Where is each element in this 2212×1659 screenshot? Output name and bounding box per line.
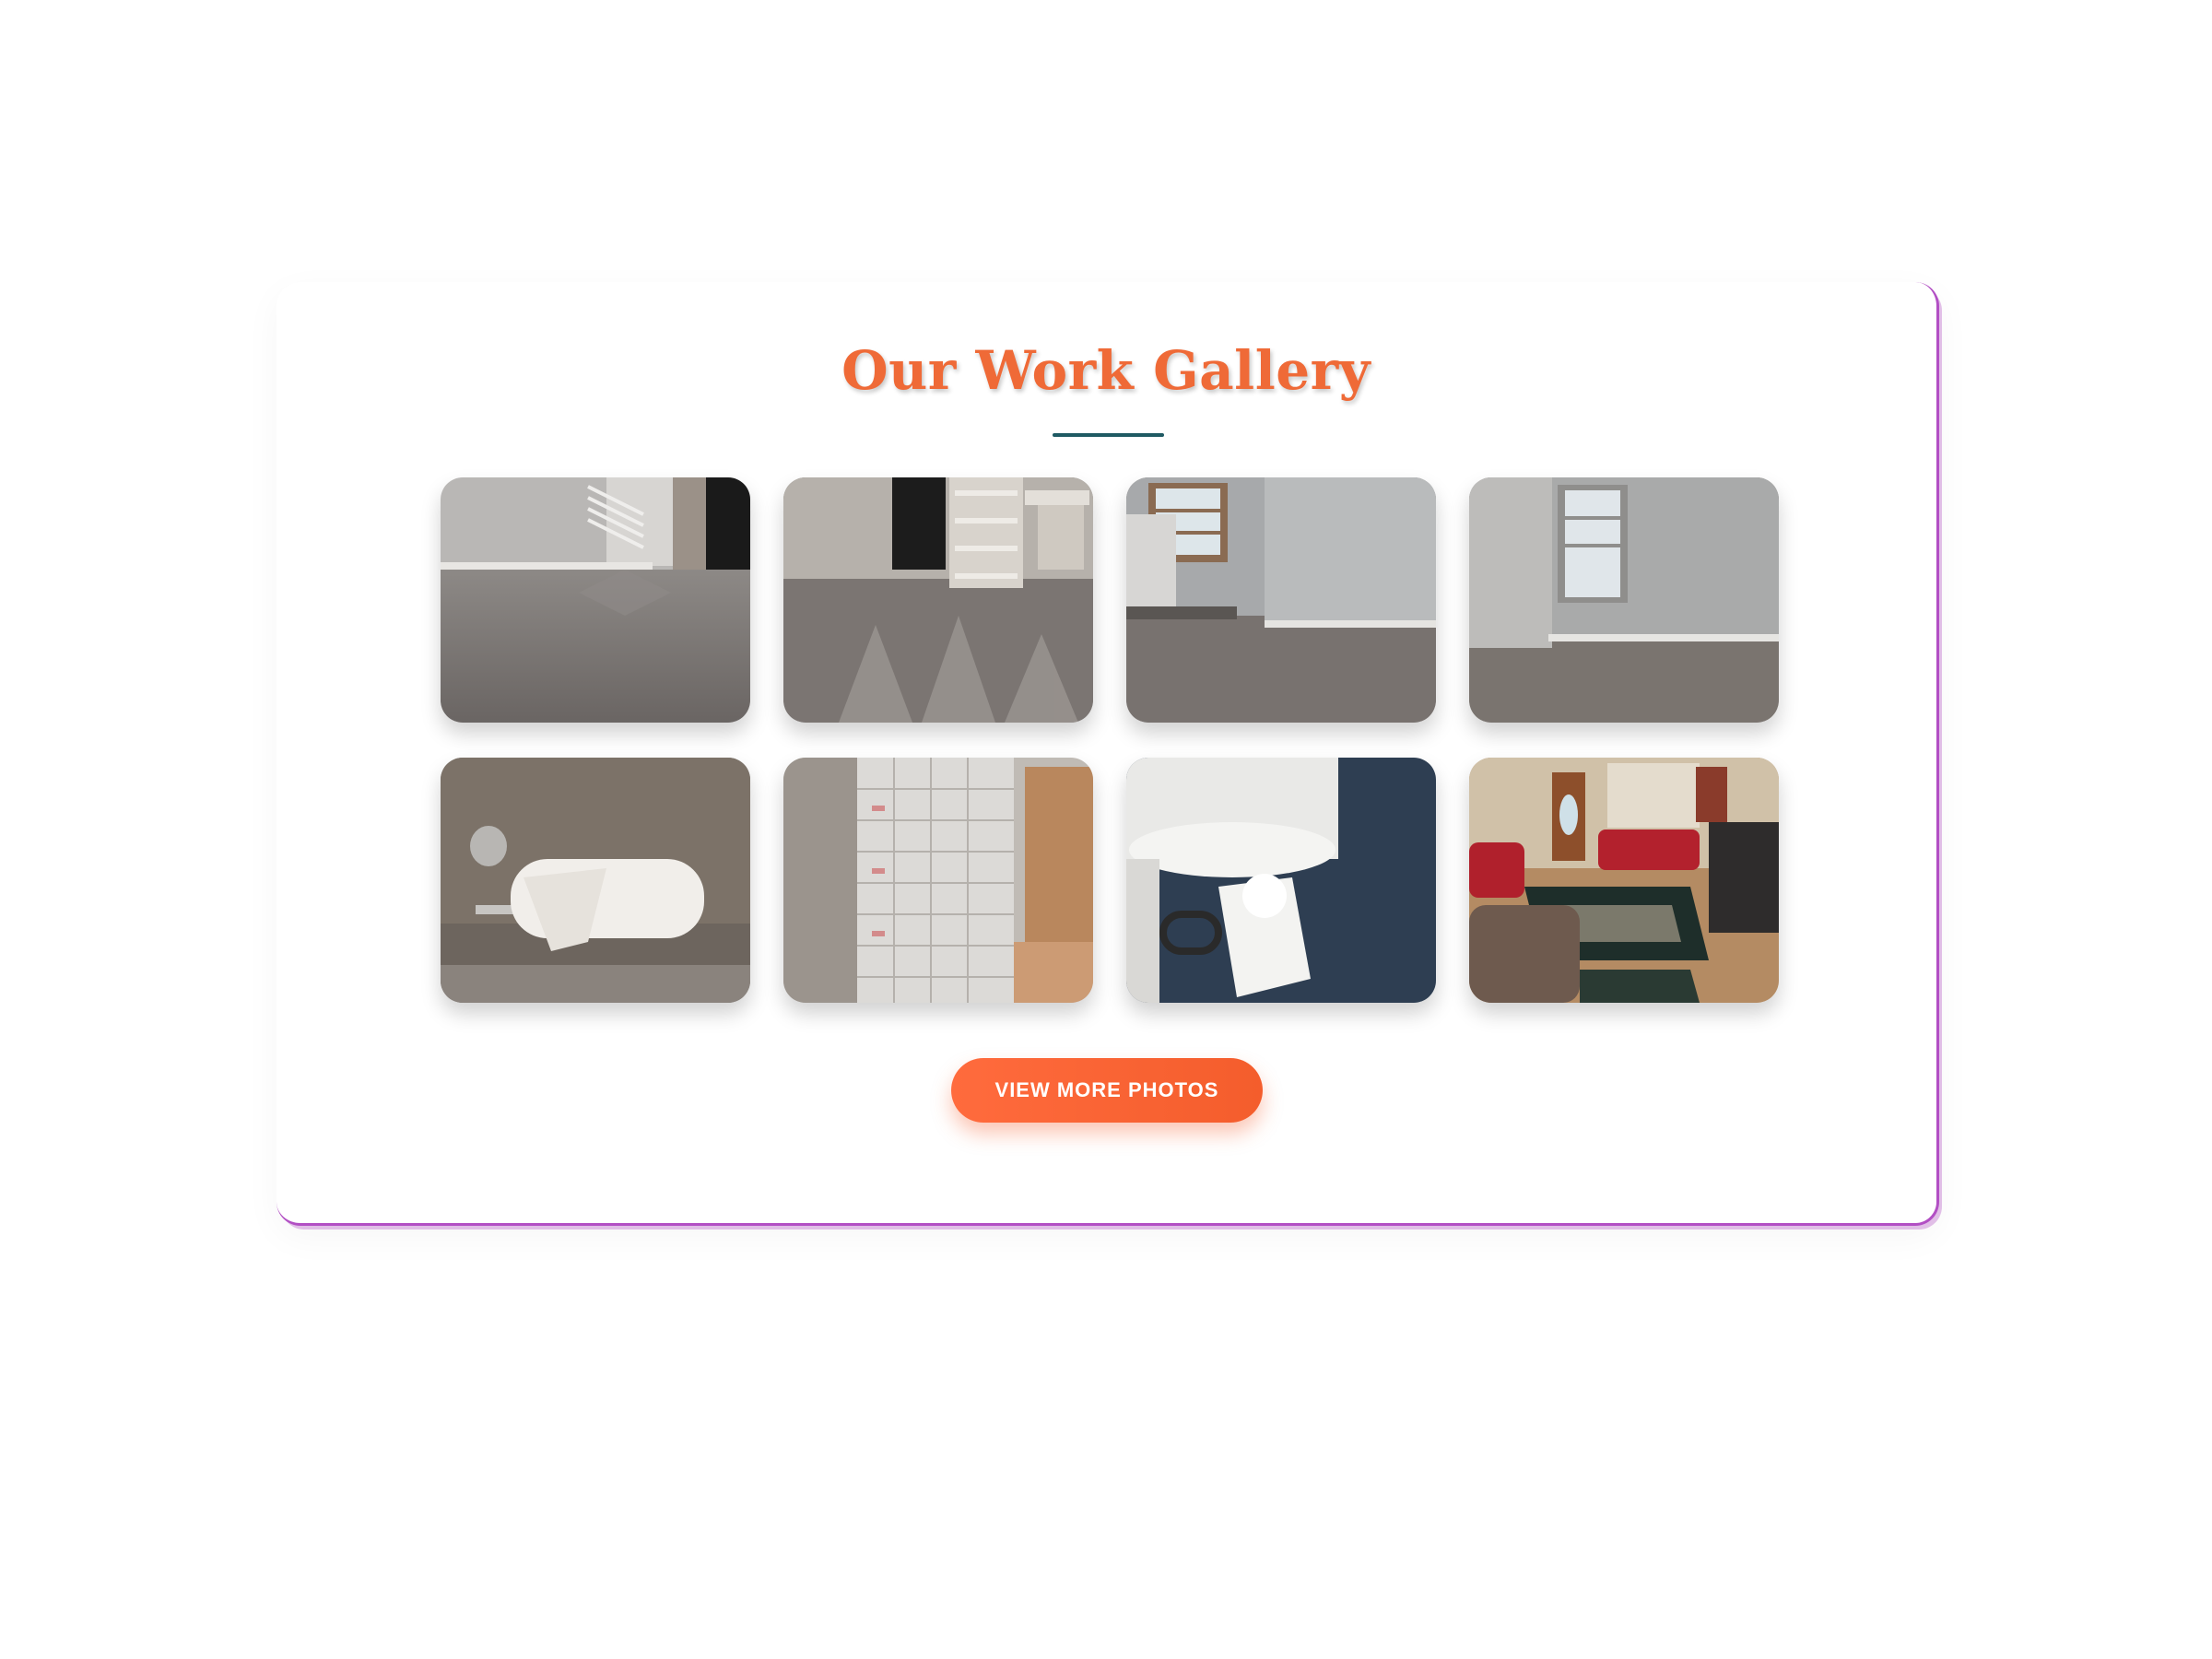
gallery-photo-5[interactable] — [441, 758, 750, 1003]
gallery-photo-8[interactable] — [1469, 758, 1779, 1003]
gallery-photo-1[interactable] — [441, 477, 750, 723]
title-underline — [1053, 433, 1164, 437]
gallery-photo-2[interactable] — [783, 477, 1093, 723]
gallery-photo-6[interactable] — [783, 758, 1093, 1003]
gallery-title: Our Work Gallery — [841, 339, 1371, 402]
gallery-photo-4[interactable] — [1469, 477, 1779, 723]
gallery-photo-3[interactable] — [1126, 477, 1436, 723]
view-more-photos-button[interactable]: VIEW MORE PHOTOS — [951, 1058, 1263, 1123]
gallery-photo-7[interactable] — [1126, 758, 1436, 1003]
